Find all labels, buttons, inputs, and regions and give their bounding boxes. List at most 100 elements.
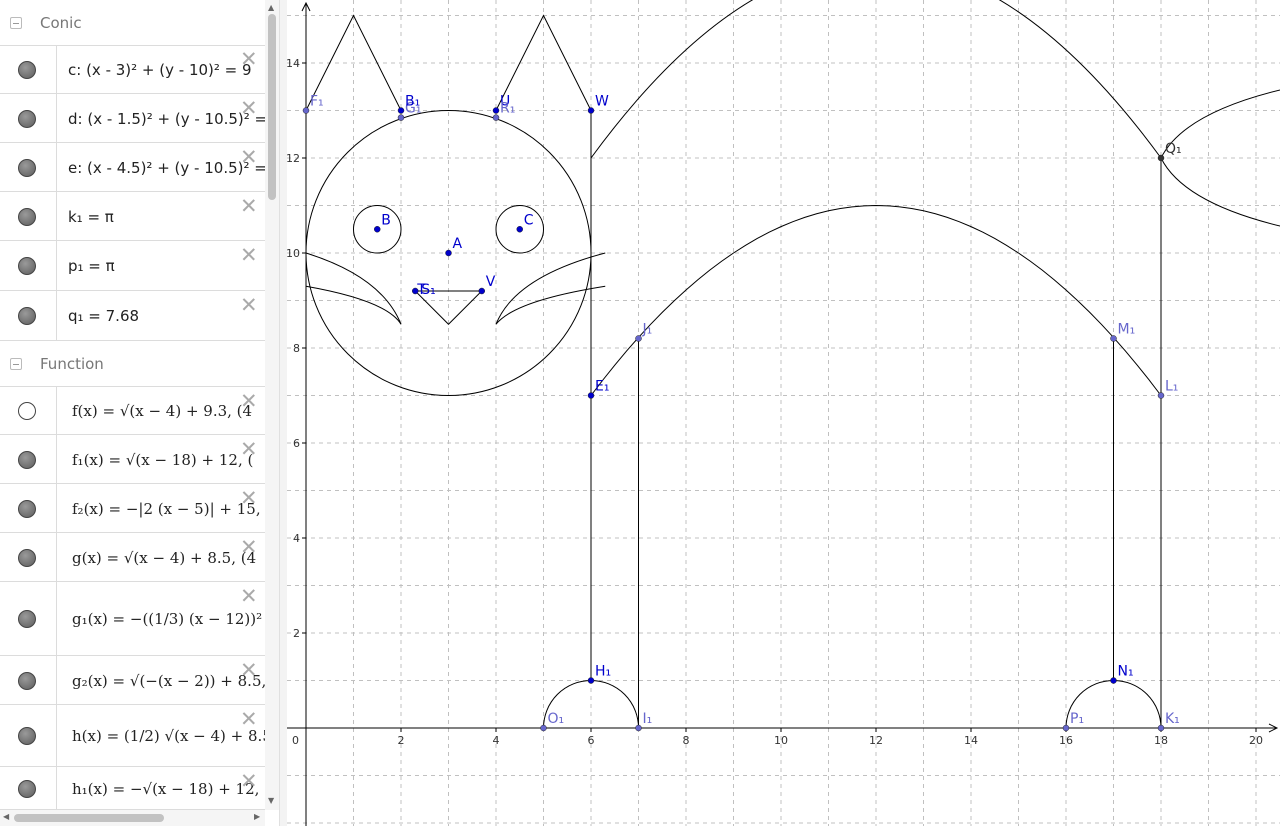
algebra-row[interactable]: f₂(x) = −|2 (x − 5)| + 15, ✕ [0,484,265,533]
category-header-1[interactable]: Function [0,341,265,387]
visibility-toggle[interactable] [0,533,57,581]
delete-icon[interactable]: ✕ [240,537,258,558]
algebra-horizontal-scroll-thumb[interactable] [14,814,164,822]
algebra-row[interactable]: g(x) = √(x − 4) + 8.5, (4 ✕ [0,533,265,582]
algebra-expression[interactable]: q₁ = 7.68 [68,307,139,325]
visibility-dot-icon[interactable] [18,208,36,226]
delete-icon[interactable]: ✕ [240,295,258,316]
visibility-dot-icon[interactable] [18,727,36,745]
visibility-dot-icon[interactable] [18,780,36,798]
point-marker[interactable] [587,107,595,114]
point-marker[interactable] [540,724,547,732]
algebra-expression[interactable]: d: (x - 1.5)² + (y - 10.5)² = 0.25 [68,110,265,128]
algebra-expression[interactable]: g(x) = √(x − 4) + 8.5, (4 [72,549,256,567]
point-marker[interactable] [587,392,595,399]
algebra-row[interactable]: f₁(x) = √(x − 18) + 12, (✕ [0,435,265,484]
scroll-left-arrow-icon[interactable]: ◀ [3,813,9,821]
delete-icon[interactable]: ✕ [240,709,258,730]
point-marker[interactable] [635,335,642,342]
delete-icon[interactable]: ✕ [240,771,258,792]
algebra-expression[interactable]: p₁ = π [68,257,115,275]
visibility-dot-icon[interactable] [18,257,36,275]
visibility-dot-icon[interactable] [18,61,36,79]
collapse-toggle-icon[interactable] [10,358,22,370]
visibility-toggle[interactable] [0,435,57,483]
algebra-expression[interactable]: f₂(x) = −|2 (x − 5)| + 15, [72,500,261,518]
delete-icon[interactable]: ✕ [240,98,258,119]
delete-icon[interactable]: ✕ [240,439,258,460]
point-marker[interactable] [1110,677,1117,684]
visibility-toggle[interactable] [0,705,57,766]
visibility-dot-icon[interactable] [18,307,36,325]
algebra-row[interactable]: d: (x - 1.5)² + (y - 10.5)² = 0.25✕ [0,94,265,143]
visibility-toggle[interactable] [0,484,57,532]
point-marker[interactable] [397,114,405,121]
algebra-row[interactable]: k₁ = π ✕ [0,192,265,241]
collapse-toggle-icon[interactable] [10,17,22,29]
point-marker[interactable] [1110,335,1117,342]
algebra-expression[interactable]: h(x) = (1/2) √(x − 4) + 8.5, [72,727,265,745]
point-marker[interactable] [445,249,452,257]
point-marker[interactable] [1157,392,1165,399]
delete-icon[interactable]: ✕ [240,49,258,70]
visibility-dot-icon[interactable] [18,402,36,420]
point-marker[interactable] [397,107,405,114]
scroll-down-arrow-icon[interactable]: ▼ [268,797,274,805]
visibility-dot-icon[interactable] [18,451,36,469]
delete-icon[interactable]: ✕ [240,391,258,412]
algebra-expression[interactable]: k₁ = π [68,208,114,226]
algebra-expression[interactable]: e: (x - 4.5)² + (y - 10.5)² = 0.25 [68,159,265,177]
point-marker[interactable] [492,107,500,114]
algebra-row[interactable]: f(x) = √(x − 4) + 9.3, (4 ✕ [0,387,265,435]
algebra-expression[interactable]: g₁(x) = −((1/3) (x − 12))² + [72,610,265,628]
visibility-toggle[interactable] [0,241,57,290]
delete-icon[interactable]: ✕ [240,586,258,607]
point-marker[interactable] [302,107,310,114]
algebra-expression[interactable]: g₂(x) = √(−(x − 2)) + 8.5, [72,672,265,690]
scroll-right-arrow-icon[interactable]: ▶ [254,813,260,821]
graphics-view[interactable]: 0 2 4 6 8 10 12 14 16 18 20 2 4 6 8 10 12 14 A B C V W U E₁ H₁ N₁ F… [287,0,1280,826]
algebra-row[interactable]: c: (x - 3)² + (y - 10)² = 9 ✕ [0,45,265,94]
visibility-toggle[interactable] [0,291,57,340]
delete-icon[interactable]: ✕ [240,660,258,681]
algebra-row[interactable]: e: (x - 4.5)² + (y - 10.5)² = 0.25✕ [0,143,265,192]
visibility-toggle[interactable] [0,387,57,434]
visibility-dot-icon[interactable] [18,549,36,567]
algebra-row[interactable]: h₁(x) = −√(x − 18) + 12, ✕ [0,767,265,810]
delete-icon[interactable]: ✕ [240,147,258,168]
point-marker[interactable] [635,724,642,732]
visibility-dot-icon[interactable] [18,159,36,177]
visibility-toggle[interactable] [0,656,57,704]
point-marker[interactable] [516,226,523,233]
visibility-toggle[interactable] [0,94,57,142]
algebra-row[interactable]: q₁ = 7.68 ✕ [0,291,265,341]
visibility-toggle[interactable] [0,192,57,240]
point-marker[interactable] [587,677,595,684]
view-divider[interactable] [279,0,287,826]
point-marker[interactable] [374,226,381,233]
visibility-toggle[interactable] [0,45,57,93]
algebra-expression[interactable]: f₁(x) = √(x − 18) + 12, ( [72,451,253,469]
algebra-expression[interactable]: f(x) = √(x − 4) + 9.3, (4 [72,402,252,420]
visibility-dot-icon[interactable] [18,110,36,128]
category-header-0[interactable]: Conic [0,0,265,46]
algebra-row[interactable]: g₁(x) = −((1/3) (x − 12))² + ✕ [0,582,265,656]
algebra-expression[interactable]: h₁(x) = −√(x − 18) + 12, [72,780,259,798]
algebra-vertical-scroll-thumb[interactable] [268,14,276,200]
point-marker[interactable] [1062,724,1070,732]
point-marker[interactable] [478,287,485,295]
algebra-expression[interactable]: c: (x - 3)² + (y - 10)² = 9 [68,61,252,79]
point-marker[interactable] [492,114,500,121]
algebra-row[interactable]: p₁ = π ✕ [0,241,265,291]
point-marker[interactable] [1157,724,1165,732]
visibility-dot-icon[interactable] [18,672,36,690]
algebra-row[interactable]: g₂(x) = √(−(x − 2)) + 8.5, ✕ [0,656,265,705]
delete-icon[interactable]: ✕ [240,245,258,266]
visibility-toggle[interactable] [0,767,57,809]
visibility-toggle[interactable] [0,582,57,655]
visibility-dot-icon[interactable] [18,610,36,628]
delete-icon[interactable]: ✕ [240,488,258,509]
visibility-toggle[interactable] [0,143,57,191]
scroll-up-arrow-icon[interactable]: ▲ [268,4,274,12]
delete-icon[interactable]: ✕ [240,196,258,217]
